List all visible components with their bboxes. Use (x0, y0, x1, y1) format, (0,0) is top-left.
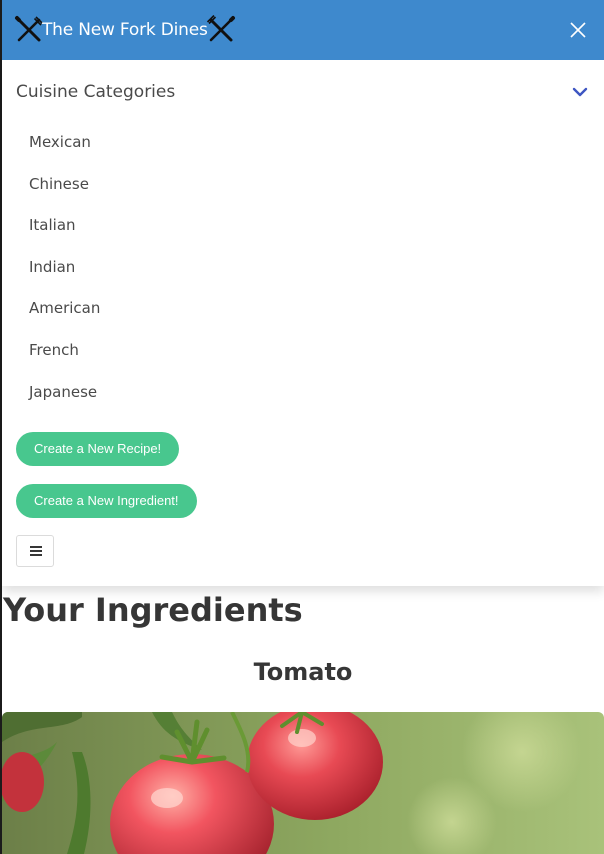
brand-title: The New Fork Dines (42, 20, 208, 40)
ingredient-card-title: Tomato (253, 658, 353, 686)
cuisine-item-chinese[interactable]: Chinese (2, 164, 604, 206)
cuisine-item-american[interactable]: American (2, 288, 604, 330)
page-title: Your Ingredients (3, 591, 303, 629)
tomato-photo (2, 712, 604, 854)
cuisine-item-italian[interactable]: Italian (2, 205, 604, 247)
dropdown-title: Cuisine Categories (16, 82, 176, 102)
chevron-down-icon (572, 87, 588, 97)
create-ingredient-button[interactable]: Create a New Ingredient! (16, 484, 197, 518)
create-recipe-button[interactable]: Create a New Recipe! (16, 432, 180, 466)
cuisine-categories-toggle[interactable]: Cuisine Categories (16, 80, 588, 104)
cuisine-item-french[interactable]: French (2, 330, 604, 372)
hamburger-menu-button[interactable] (16, 535, 54, 567)
fork-knife-icon (206, 15, 235, 42)
cuisine-item-mexican[interactable]: Mexican (2, 122, 604, 164)
hamburger-line (30, 550, 42, 552)
ingredient-image (2, 712, 604, 854)
hamburger-line (30, 554, 42, 556)
navbar-menu: Cuisine Categories Mexican Chinese Itali… (2, 60, 604, 586)
hamburger-line (30, 546, 42, 548)
navbar: The New Fork Dines (2, 0, 604, 60)
fork-knife-icon (15, 16, 44, 42)
cuisine-list: Mexican Chinese Italian Indian American … (2, 122, 604, 413)
cuisine-item-indian[interactable]: Indian (2, 247, 604, 289)
close-icon[interactable] (568, 20, 588, 40)
brand-link[interactable]: The New Fork Dines (14, 14, 236, 46)
cuisine-item-japanese[interactable]: Japanese (2, 372, 604, 414)
